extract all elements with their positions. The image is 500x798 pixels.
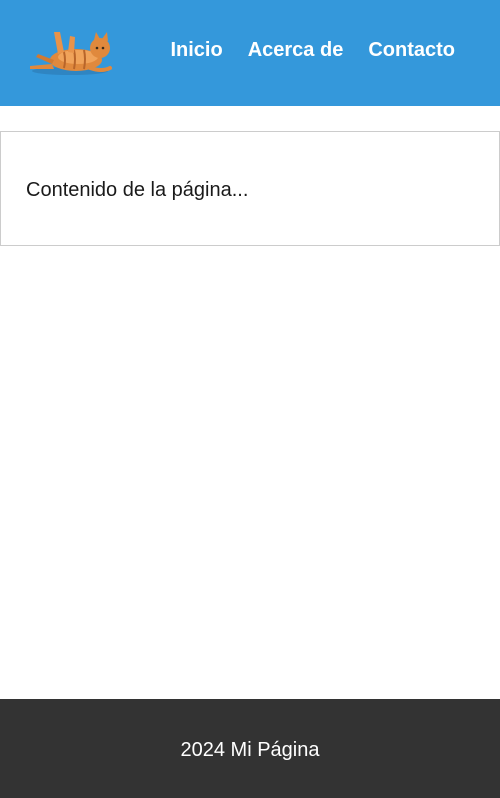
content-card: Contenido de la página... bbox=[0, 131, 500, 246]
nav-link-inicio[interactable]: Inicio bbox=[170, 38, 222, 62]
page: Inicio Acerca de Contacto Contenido de l… bbox=[0, 0, 500, 798]
nav-link-contacto[interactable]: Contacto bbox=[368, 38, 455, 62]
nav-link-acerca-de[interactable]: Acerca de bbox=[248, 38, 344, 62]
site-header: Inicio Acerca de Contacto bbox=[0, 0, 500, 106]
main-nav: Inicio Acerca de Contacto bbox=[170, 38, 455, 62]
cat-logo-icon[interactable] bbox=[24, 24, 112, 78]
site-footer: 2024 Mi Página bbox=[0, 699, 500, 798]
content-text: Contenido de la página... bbox=[26, 179, 249, 201]
footer-copyright: 2024 Mi Página bbox=[180, 739, 320, 761]
